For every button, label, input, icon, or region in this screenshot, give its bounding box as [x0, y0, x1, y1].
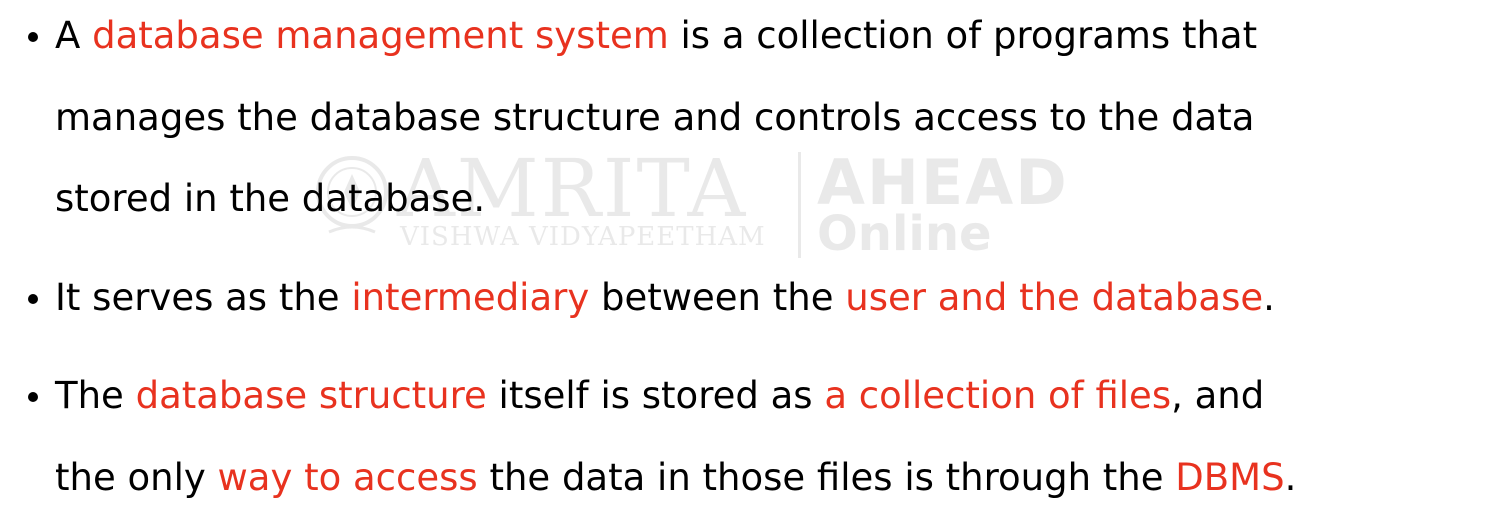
bullet-line: It serves as the intermediary between th…: [55, 276, 1275, 320]
text-span: is a collection of programs that: [668, 14, 1258, 57]
bullet-line: The database structure itself is stored …: [55, 374, 1264, 418]
text-span: .: [1263, 276, 1275, 319]
bullet-line: stored in the database.: [55, 177, 485, 221]
text-span: itself is stored as: [486, 374, 825, 417]
bullet-line: the only way to access the data in those…: [55, 456, 1296, 500]
watermark-subtitle: VISHWA VIDYAPEETHAM: [400, 222, 766, 252]
text-span: the data in those files is through the: [477, 456, 1176, 499]
text-span: stored in the database.: [55, 177, 486, 220]
text-span: between the: [589, 276, 846, 319]
highlight-span: way to access: [217, 456, 478, 499]
highlight-span: database structure: [135, 374, 487, 417]
watermark-online: Online: [817, 206, 992, 262]
text-span: The: [55, 374, 136, 417]
text-span: A: [55, 14, 93, 57]
text-span: It serves as the: [55, 276, 352, 319]
text-span: manages the database structure and contr…: [55, 96, 1255, 139]
slide: AMRITA VISHWA VIDYAPEETHAM AHEAD Online …: [0, 0, 1499, 527]
bullet-line: manages the database structure and contr…: [55, 96, 1254, 140]
text-span: the only: [55, 456, 218, 499]
bullet-dot: [28, 294, 38, 304]
watermark-ahead: AHEAD: [817, 146, 1069, 219]
bullet-line: A database management system is a collec…: [55, 14, 1257, 58]
watermark-divider: [798, 152, 801, 258]
highlight-span: a collection of files: [824, 374, 1172, 417]
highlight-span: DBMS: [1175, 456, 1285, 499]
highlight-span: user and the database: [845, 276, 1264, 319]
text-span: , and: [1171, 374, 1265, 417]
highlight-span: intermediary: [351, 276, 590, 319]
text-span: .: [1284, 456, 1297, 499]
highlight-span: database management system: [92, 14, 669, 57]
bullet-dot: [28, 32, 38, 42]
bullet-dot: [28, 392, 38, 402]
